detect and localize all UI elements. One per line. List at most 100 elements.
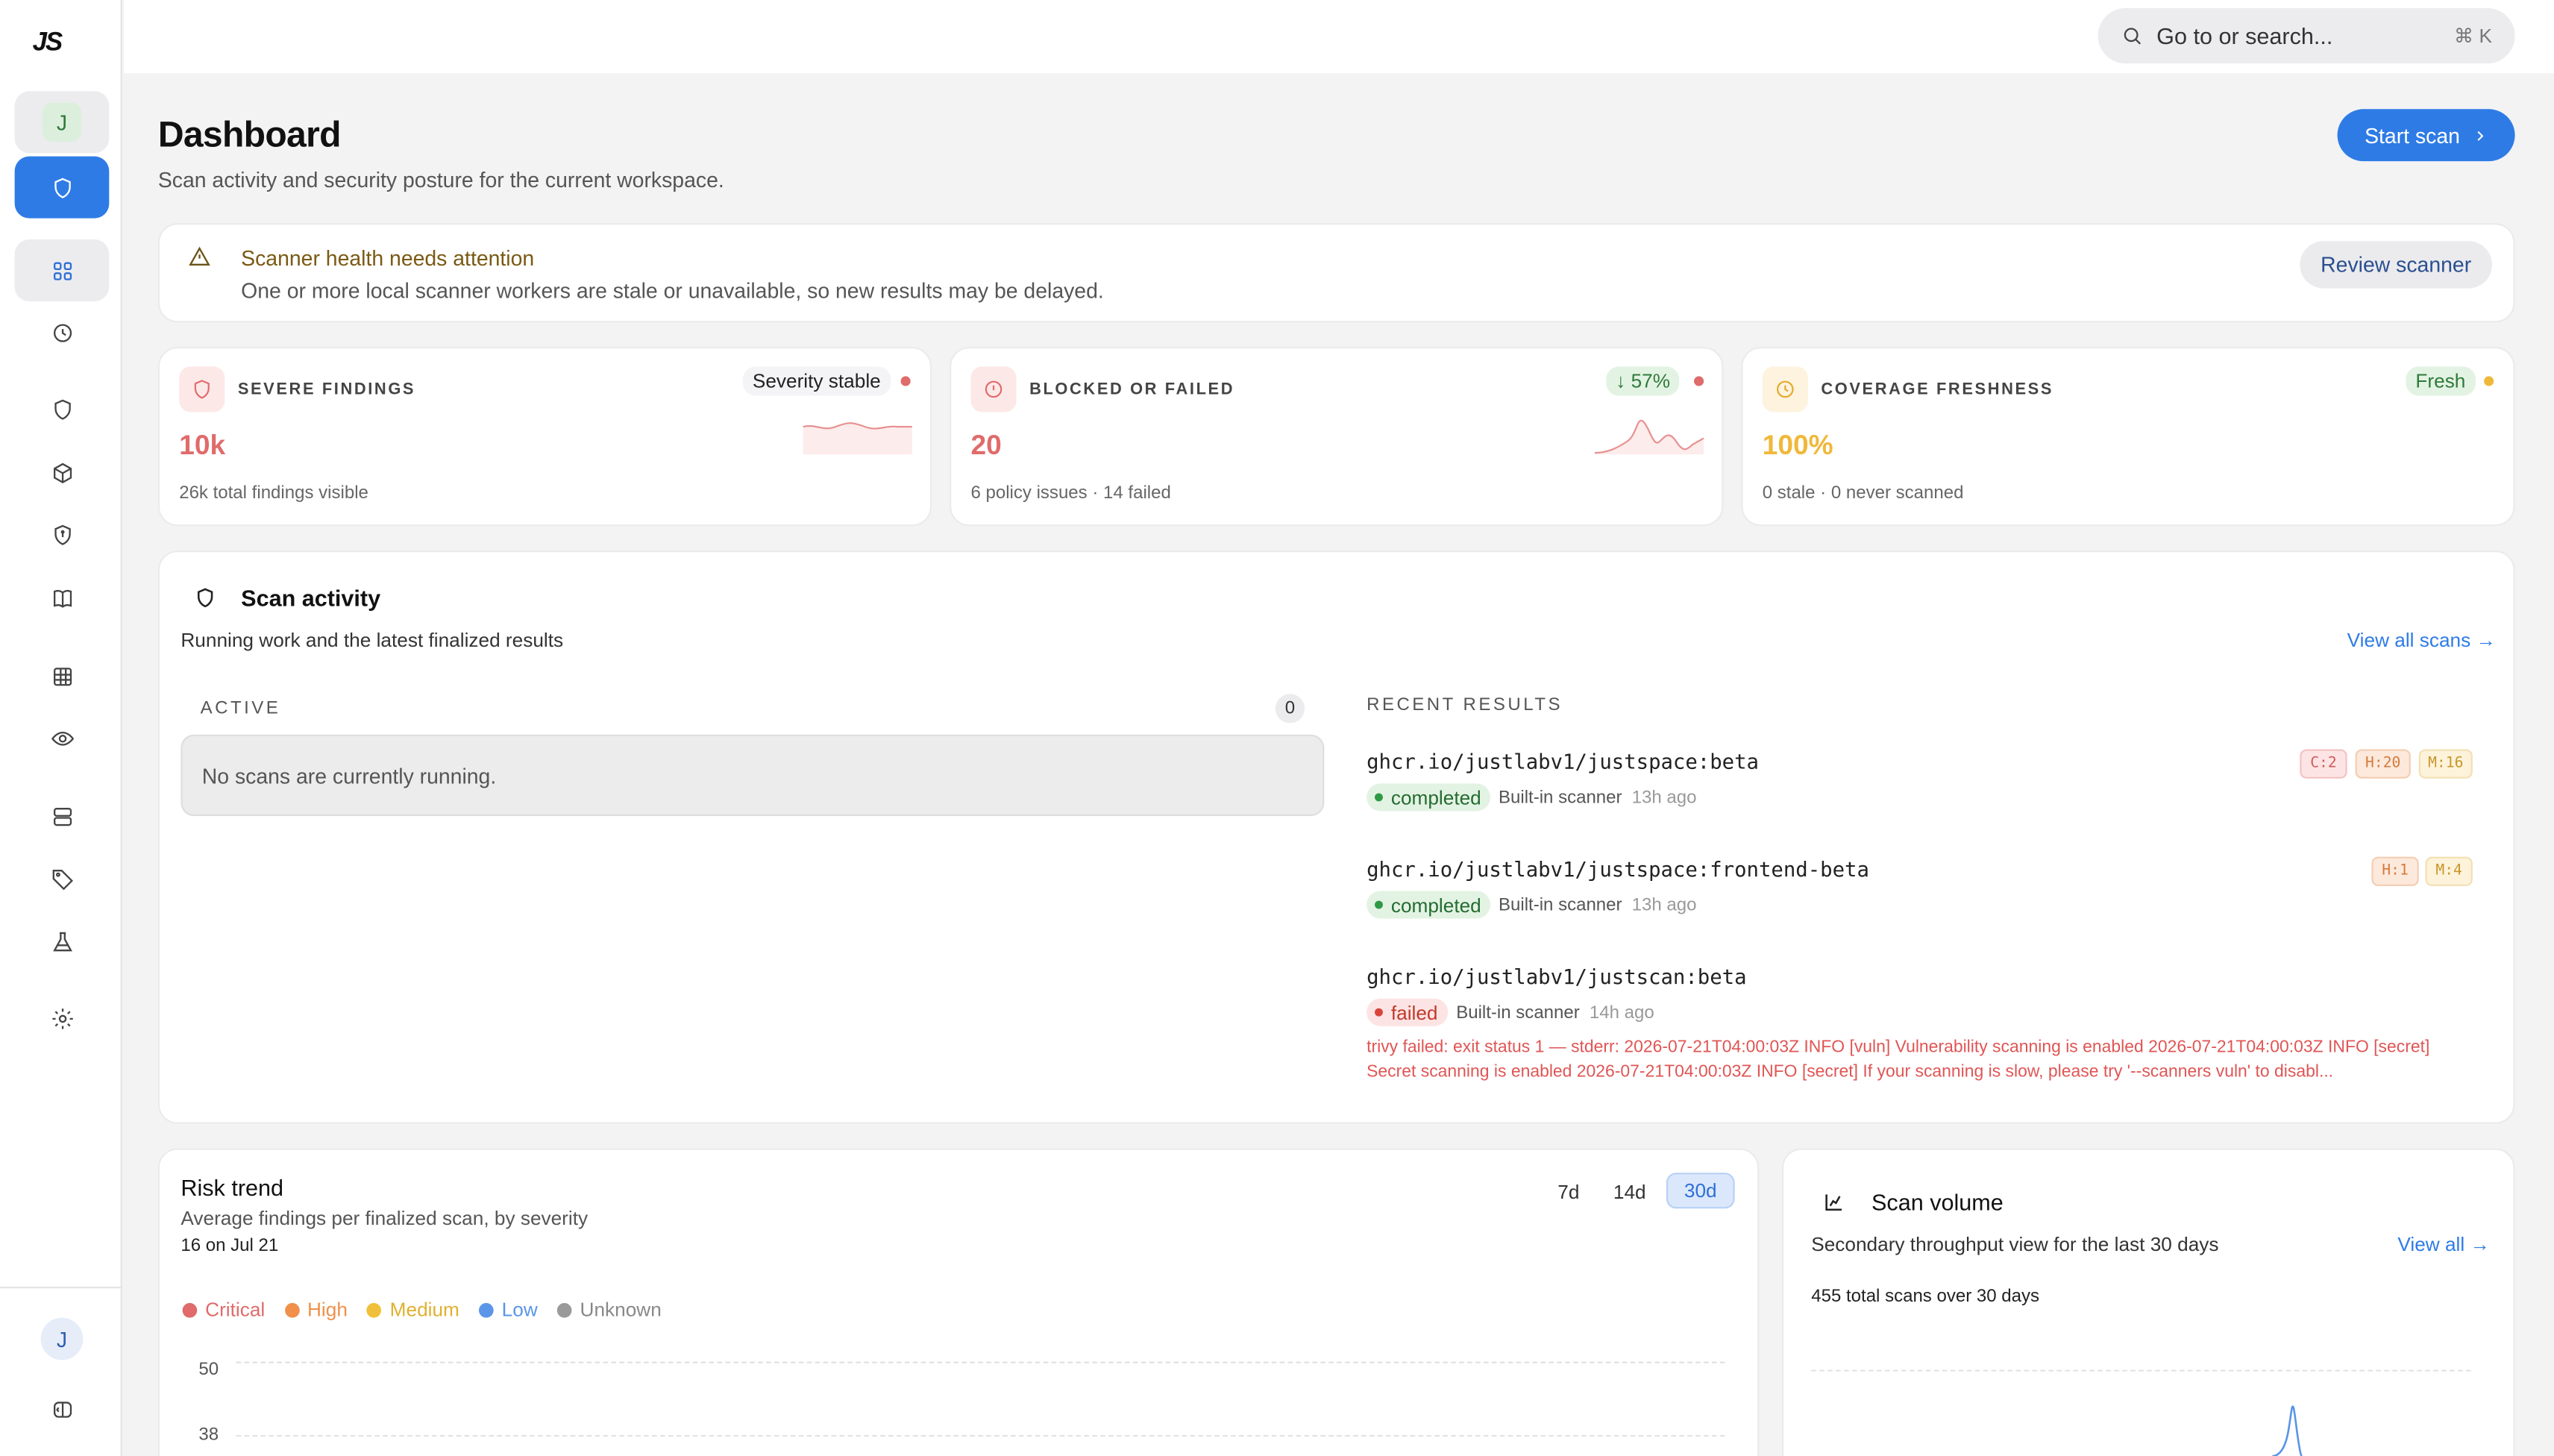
page-subtitle: Scan activity and security posture for t… — [157, 167, 724, 192]
sidebar-item-inventory[interactable] — [15, 645, 110, 707]
result-meta: Built-in scanner 13h ago — [1499, 896, 1697, 915]
status-dot — [1375, 1008, 1383, 1017]
status-dot — [900, 376, 911, 386]
result-image-name[interactable]: ghcr.io/justlabv1/justscan:beta — [1367, 964, 1746, 989]
active-empty-state: No scans are currently running. — [181, 734, 1325, 817]
sidebar-item-servers[interactable] — [15, 785, 110, 847]
sidebar-toggle-button[interactable] — [15, 1378, 110, 1440]
grid-icon — [52, 261, 72, 280]
warning-icon — [187, 245, 212, 269]
active-count: 0 — [1275, 694, 1305, 724]
sidebar-item-tags[interactable] — [15, 847, 110, 909]
kpi-label: SEVERE FINDINGS — [237, 380, 416, 399]
sidebar-item-lab[interactable] — [15, 911, 110, 973]
page-title: Dashboard — [157, 113, 342, 155]
risk-trend-subtitle: Average findings per finalized scan, by … — [181, 1207, 589, 1230]
workspace-switcher[interactable]: J — [14, 91, 110, 154]
start-scan-label: Start scan — [2365, 122, 2460, 148]
status-dot — [1375, 900, 1383, 909]
sidebar-item-security[interactable] — [14, 156, 110, 219]
shield-icon — [54, 398, 70, 419]
result-scanner: Built-in scanner — [1456, 1003, 1580, 1023]
legend-unknown[interactable]: Unknown — [556, 1298, 662, 1321]
legend-high[interactable]: High — [284, 1298, 348, 1321]
kpi-badge: Fresh — [2406, 366, 2476, 396]
scan-volume-total: 455 total scans over 30 days — [1811, 1287, 2040, 1307]
severity-high-badge: H:20 — [2355, 749, 2411, 779]
range-7d-button[interactable]: 7d — [1547, 1174, 1590, 1210]
kpi-value: 20 — [970, 430, 1002, 461]
result-scanner: Built-in scanner — [1498, 788, 1622, 809]
legend-medium[interactable]: Medium — [367, 1298, 459, 1321]
status-dot — [2484, 376, 2494, 386]
flask-icon — [52, 931, 72, 951]
sidebar-item-history[interactable] — [15, 301, 110, 363]
server-icon — [52, 806, 72, 826]
view-all-volume-link[interactable]: View all → — [2397, 1233, 2489, 1256]
severity-medium-badge: M:4 — [2425, 856, 2473, 886]
user-avatar[interactable]: J — [40, 1317, 84, 1361]
status-badge: completed — [1367, 891, 1491, 919]
scan-volume-sparkline — [2272, 1405, 2303, 1456]
sidebar-item-images[interactable] — [15, 442, 110, 503]
sidebar-item-policies[interactable] — [15, 503, 110, 565]
kpi-note: 26k total findings visible — [179, 483, 368, 503]
app-logo[interactable]: JS — [33, 29, 63, 58]
result-image-name[interactable]: ghcr.io/justlabv1/justspace:frontend-bet… — [1367, 857, 1869, 882]
status-dot — [1375, 793, 1383, 802]
clock-icon — [1777, 380, 1794, 398]
tag-icon — [51, 868, 72, 890]
chevron-right-icon — [2478, 130, 2484, 140]
scan-volume-subtitle: Secondary throughput view for the last 3… — [1811, 1233, 2219, 1256]
grid-line — [236, 1434, 1725, 1437]
range-14d-button[interactable]: 14d — [1604, 1174, 1655, 1210]
status-text: failed — [1390, 1000, 1438, 1024]
status-dot — [1694, 376, 1704, 386]
grid-line — [236, 1361, 1725, 1364]
kpi-label: BLOCKED OR FAILED — [1029, 380, 1235, 399]
kpi-note: 6 policy issues · 14 failed — [970, 483, 1171, 503]
scan-volume-title: Scan volume — [1871, 1189, 2004, 1216]
scan-activity-title: Scan activity — [241, 584, 381, 611]
y-tick: 50 — [198, 1360, 219, 1380]
alert-circle-icon — [985, 380, 1003, 398]
review-scanner-button[interactable]: Review scanner — [2300, 241, 2493, 289]
status-badge: completed — [1367, 783, 1491, 812]
range-30d-button[interactable]: 30d — [1666, 1173, 1735, 1209]
app-root: JS J J Go to or search... ⌘ K Dashboard … — [0, 0, 2554, 1456]
sidebar-toggle-icon — [52, 1401, 72, 1417]
kpi-sparkline-blocked — [1594, 419, 1704, 455]
top-bar: Go to or search... ⌘ K — [123, 0, 2554, 74]
result-meta: Built-in scanner 14h ago — [1456, 1003, 1654, 1023]
clock-icon — [52, 323, 72, 342]
legend-critical[interactable]: Critical — [182, 1298, 265, 1321]
kpi-value: 100% — [1762, 430, 1833, 461]
view-all-scans-link[interactable]: View all scans → — [2347, 629, 2496, 652]
result-error-message: trivy failed: exit status 1 — stderr: 20… — [1367, 1037, 2430, 1082]
sidebar-item-docs[interactable] — [15, 567, 110, 629]
start-scan-button[interactable]: Start scan — [2337, 109, 2515, 162]
result-image-name[interactable]: ghcr.io/justlabv1/justspace:beta — [1367, 749, 1759, 774]
sidebar-item-dashboard[interactable] — [14, 239, 110, 301]
alert-title: Scanner health needs attention — [241, 245, 535, 271]
risk-trend-hover-value: 16 on Jul 21 — [181, 1236, 279, 1256]
risk-trend-title: Risk trend — [181, 1174, 284, 1201]
kpi-icon-blocked — [970, 366, 1017, 412]
recent-results-label: RECENT RESULTS — [1367, 695, 1563, 715]
search-input[interactable]: Go to or search... ⌘ K — [2098, 7, 2515, 64]
legend-low[interactable]: Low — [479, 1298, 538, 1321]
sidebar: JS J J — [0, 0, 122, 1456]
result-scanner: Built-in scanner — [1498, 896, 1622, 916]
sidebar-item-watch[interactable] — [15, 707, 110, 769]
kpi-label: COVERAGE FRESHNESS — [1821, 380, 2054, 399]
sidebar-item-findings[interactable] — [15, 378, 110, 440]
search-shortcut: ⌘ K — [2454, 24, 2493, 48]
severity-medium-badge: M:16 — [2418, 749, 2473, 779]
search-placeholder: Go to or search... — [2156, 22, 2333, 49]
result-time: 13h ago — [1631, 896, 1697, 916]
status-text: completed — [1390, 785, 1481, 809]
scan-activity-subtitle: Running work and the latest finalized re… — [181, 628, 564, 652]
status-badge: failed — [1367, 998, 1448, 1026]
sidebar-item-settings[interactable] — [15, 987, 110, 1049]
kpi-note: 0 stale · 0 never scanned — [1762, 483, 1964, 503]
